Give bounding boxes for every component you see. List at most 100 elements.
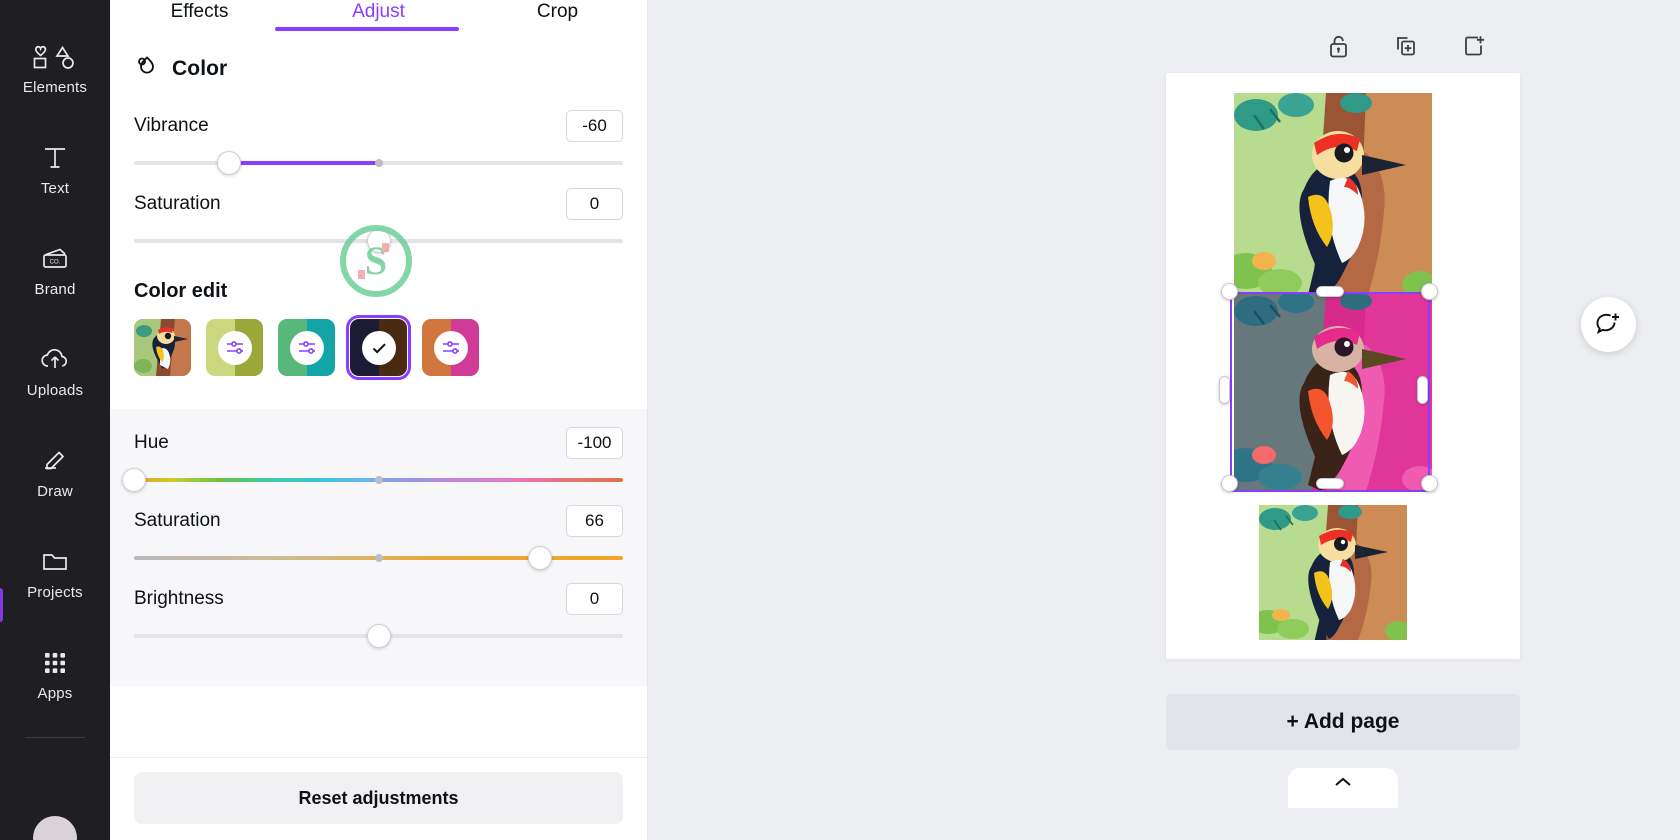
swatch-preset-dark-selected[interactable] [350, 319, 407, 376]
design-canvas: + Add page [648, 0, 1680, 840]
design-image-2-selected[interactable] [1234, 293, 1432, 491]
sidebar-item-label: Projects [27, 584, 83, 601]
sidebar-item-label: Text [41, 180, 69, 197]
rail-divider [25, 737, 85, 738]
avatar[interactable] [33, 816, 77, 840]
duplicate-page-icon[interactable] [1392, 32, 1420, 60]
sidebar-item-draw[interactable]: Draw [5, 422, 105, 523]
rail-top-cutoff [0, 0, 110, 18]
draw-icon [40, 446, 70, 476]
sidebar-item-elements[interactable]: Elements [5, 18, 105, 119]
brightness-value[interactable]: 0 [566, 583, 623, 615]
sidebar-item-label: Brand [34, 281, 75, 298]
left-nav-rail: Elements Text CO. Brand [0, 0, 110, 840]
selection-handle-left[interactable] [1219, 376, 1230, 404]
color-sliders-group: Hue -100 Saturation 66 [110, 409, 647, 686]
swatch-preset-magenta[interactable] [422, 319, 479, 376]
sidebar-item-uploads[interactable]: Uploads [5, 321, 105, 422]
color-edit-section: Color edit [110, 254, 647, 376]
add-page-button[interactable]: + Add page [1166, 694, 1520, 750]
tab-active-underline [275, 27, 459, 31]
design-image-3[interactable] [1259, 505, 1407, 640]
apps-icon [42, 648, 68, 678]
projects-icon [40, 547, 70, 577]
saturation-label: Saturation [134, 193, 221, 215]
color-saturation-slider-knob[interactable] [528, 546, 552, 570]
sidebar-item-label: Uploads [27, 382, 83, 399]
text-icon [41, 143, 69, 173]
selection-handle-right[interactable] [1417, 376, 1428, 404]
svg-text:CO.: CO. [50, 259, 61, 265]
bottom-panel-expander[interactable] [1288, 768, 1398, 808]
page-title: Color [172, 57, 227, 81]
color-edit-swatches [134, 319, 623, 376]
saturation-slider[interactable] [134, 228, 623, 254]
sidebar-item-brand[interactable]: CO. Brand [5, 220, 105, 321]
hue-label: Hue [134, 432, 169, 454]
vibrance-slider-knob[interactable] [217, 151, 241, 175]
check-icon [362, 331, 396, 365]
brand-icon: CO. [39, 244, 71, 274]
sidebar-item-label: Elements [23, 79, 87, 96]
hue-slider-knob[interactable] [122, 468, 146, 492]
brightness-slider-knob[interactable] [367, 624, 391, 648]
brightness-slider[interactable] [134, 623, 623, 649]
color-saturation-value[interactable]: 66 [566, 505, 623, 537]
canvas-toolbar [1324, 32, 1488, 60]
elements-icon [32, 42, 78, 72]
slider-fill [229, 161, 378, 165]
artboard-page[interactable] [1166, 73, 1520, 659]
swatch-original-photo[interactable] [134, 319, 191, 376]
selection-handle-top-right[interactable] [1421, 283, 1438, 300]
selection-handle-top[interactable] [1316, 286, 1344, 297]
sidebar-item-apps[interactable]: Apps [5, 624, 105, 725]
vibrance-label: Vibrance [134, 115, 209, 137]
adjust-panel: Effects Adjust Crop Color Vibrance -60 [110, 0, 648, 840]
design-image-1[interactable] [1234, 93, 1432, 301]
sliders-icon [290, 331, 324, 365]
color-drop-icon [134, 54, 159, 84]
sidebar-item-label: Apps [38, 685, 73, 702]
slider-center-dot [375, 159, 383, 167]
slider-center-dot [375, 476, 383, 484]
add-comment-icon[interactable] [1581, 297, 1636, 352]
selection-handle-bottom-left[interactable] [1221, 475, 1238, 492]
sliders-icon [434, 331, 468, 365]
color-saturation-label: Saturation [134, 510, 221, 532]
panel-tabs: Effects Adjust Crop [110, 0, 647, 22]
vibrance-slider[interactable] [134, 150, 623, 176]
tab-effects[interactable]: Effects [110, 2, 289, 22]
control-color-saturation: Saturation 66 [110, 493, 647, 571]
reset-adjustments-button[interactable]: Reset adjustments [134, 772, 623, 824]
uploads-icon [39, 345, 71, 375]
color-saturation-slider[interactable] [134, 545, 623, 571]
color-section-header: Color [110, 22, 647, 84]
sidebar-item-text[interactable]: Text [5, 119, 105, 220]
control-hue: Hue -100 [110, 409, 647, 493]
swatch-preset-olive[interactable] [206, 319, 263, 376]
selection-handle-top-left[interactable] [1221, 283, 1238, 300]
tab-adjust[interactable]: Adjust [289, 2, 468, 22]
control-vibrance: Vibrance -60 [110, 98, 647, 176]
rail-active-indicator [0, 588, 3, 622]
saturation-slider-knob[interactable] [367, 229, 391, 253]
hue-value[interactable]: -100 [566, 427, 623, 459]
vibrance-value[interactable]: -60 [566, 110, 623, 142]
hue-slider[interactable] [134, 467, 623, 493]
slider-center-dot [375, 554, 383, 562]
color-edit-title: Color edit [134, 280, 623, 303]
sliders-icon [218, 331, 252, 365]
add-page-icon[interactable] [1460, 32, 1488, 60]
control-brightness: Brightness 0 [110, 571, 647, 649]
sidebar-item-projects[interactable]: Projects [5, 523, 105, 624]
brightness-label: Brightness [134, 588, 224, 610]
saturation-value[interactable]: 0 [566, 188, 623, 220]
control-saturation-top: Saturation 0 [110, 176, 647, 254]
unlock-icon[interactable] [1324, 32, 1352, 60]
selection-handle-bottom-right[interactable] [1421, 475, 1438, 492]
selection-handle-bottom[interactable] [1316, 478, 1344, 489]
panel-divider [110, 757, 647, 758]
sidebar-item-label: Draw [37, 483, 73, 500]
tab-crop[interactable]: Crop [468, 2, 647, 22]
swatch-preset-teal[interactable] [278, 319, 335, 376]
